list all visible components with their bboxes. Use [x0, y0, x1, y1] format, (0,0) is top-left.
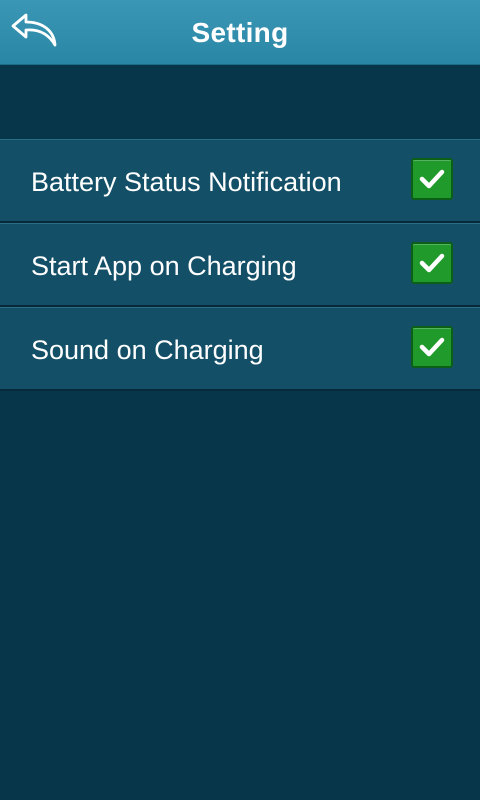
sound-on-charging-checkbox[interactable] — [411, 326, 453, 368]
checkmark-icon — [419, 337, 445, 357]
setting-row-start-app-on-charging[interactable]: Start App on Charging — [0, 223, 480, 307]
battery-status-notification-checkbox[interactable] — [411, 158, 453, 200]
settings-screen: Setting Battery Status Notification Star… — [0, 0, 480, 800]
setting-row-sound-on-charging[interactable]: Sound on Charging — [0, 307, 480, 391]
checkmark-icon — [419, 253, 445, 273]
setting-label: Sound on Charging — [31, 335, 264, 365]
page-title: Setting — [191, 17, 289, 48]
setting-label: Battery Status Notification — [31, 167, 342, 197]
settings-list: Battery Status Notification Start App on… — [0, 139, 480, 391]
checkmark-icon — [419, 169, 445, 189]
start-app-on-charging-checkbox[interactable] — [411, 242, 453, 284]
setting-row-battery-status-notification[interactable]: Battery Status Notification — [0, 139, 480, 223]
setting-label: Start App on Charging — [31, 251, 297, 281]
header-bar: Setting — [0, 0, 480, 65]
